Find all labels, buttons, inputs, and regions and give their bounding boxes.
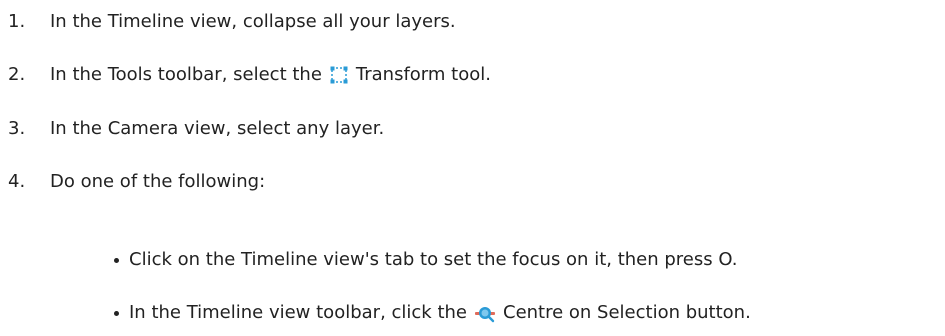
step-text: In the Tools toolbar, select the Transfo…: [50, 63, 491, 87]
step-text: Do one of the following:: [50, 171, 266, 192]
step-number: 4.: [8, 171, 26, 192]
step-number: 3.: [8, 118, 26, 139]
sub-item-text: In the Timeline view toolbar, click the …: [129, 301, 751, 325]
transform-tool-icon: [329, 65, 349, 85]
sub-item-text: Click on the Timeline view's tab to set …: [129, 249, 738, 270]
step-number: 2.: [8, 64, 26, 85]
centre-on-selection-icon: [474, 303, 496, 323]
step-text: In the Timeline view, collapse all your …: [50, 11, 456, 32]
sub-item-text-before: In the Timeline view toolbar, click the: [129, 302, 467, 323]
step-text-before: In the Tools toolbar, select the: [50, 64, 322, 85]
sub-item-text-after: Centre on Selection button.: [503, 302, 751, 323]
step-number: 1.: [8, 11, 26, 32]
bullet-icon: [114, 258, 119, 263]
step-text: In the Camera view, select any layer.: [50, 118, 385, 139]
bullet-icon: [114, 311, 119, 316]
step-text-after: Transform tool.: [355, 64, 491, 85]
